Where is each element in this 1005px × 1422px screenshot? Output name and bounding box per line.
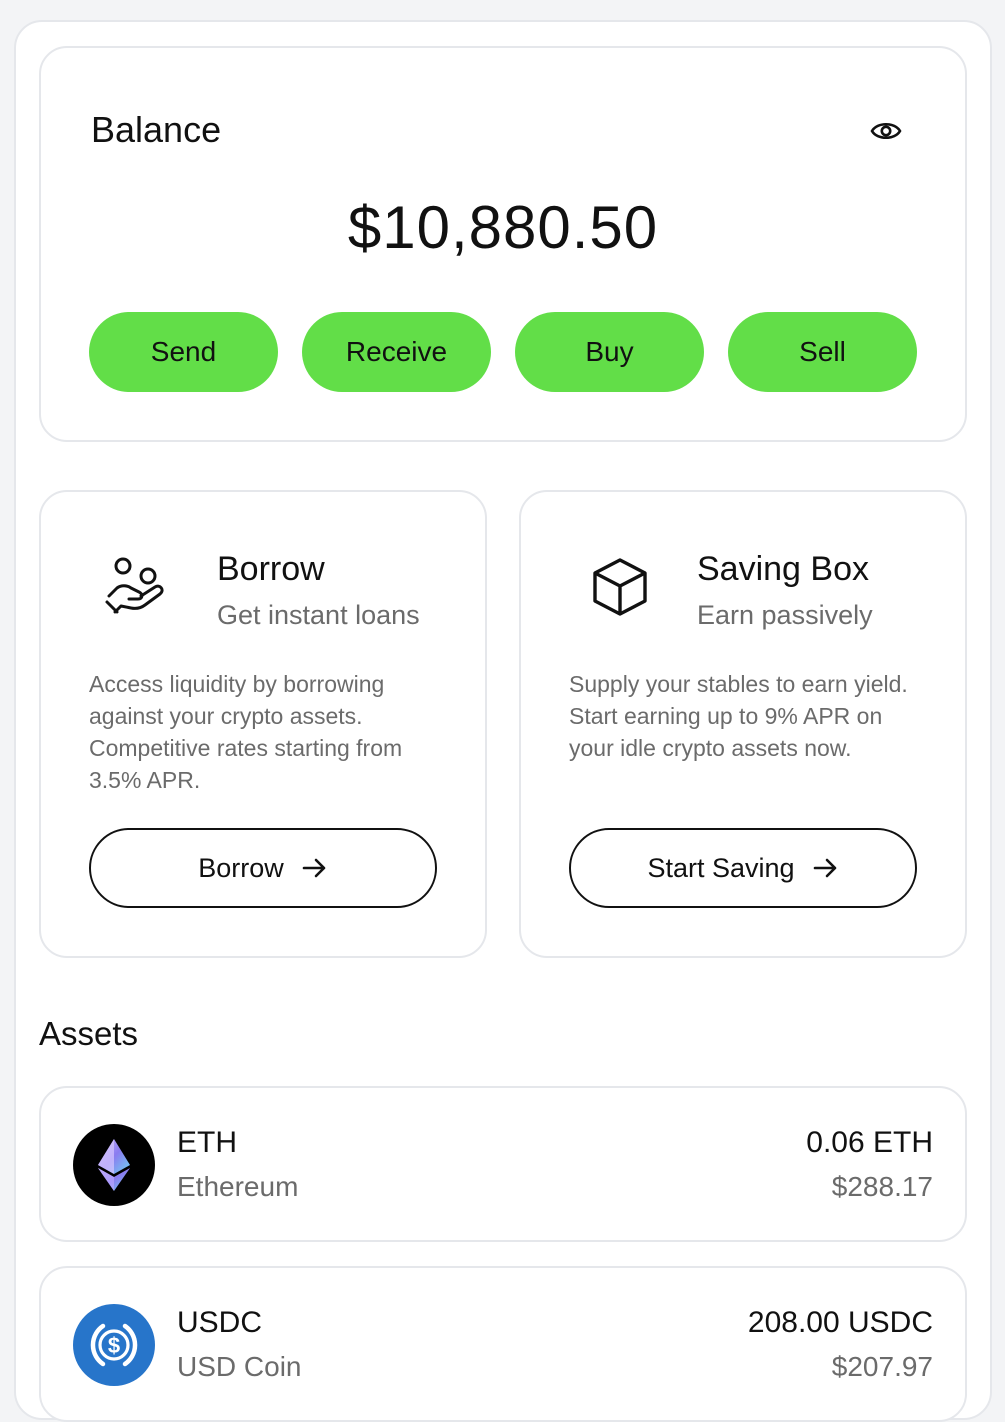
asset-amount: 0.06 ETH (806, 1126, 933, 1159)
assets-heading: Assets (39, 1015, 139, 1052)
asset-row-eth[interactable]: ETH Ethereum 0.06 ETH $288.17 (39, 1086, 967, 1242)
hand-coins-icon (103, 552, 173, 622)
asset-name: USD Coin (177, 1351, 302, 1382)
send-button[interactable]: Send (89, 312, 278, 392)
arrow-right-icon (302, 858, 326, 878)
asset-usd-value: $288.17 (831, 1171, 933, 1202)
asset-amount: 208.00 USDC (747, 1306, 933, 1339)
toggle-visibility-eye-icon[interactable] (867, 112, 905, 150)
box-icon (585, 552, 655, 622)
asset-usd-value: $207.97 (831, 1351, 933, 1382)
balance-title: Balance (91, 109, 222, 150)
balance-amount: $10,880.50 (347, 194, 659, 261)
sell-button[interactable]: Sell (728, 312, 917, 392)
usdc-logo-icon: $ (73, 1304, 155, 1386)
saving-box-title: Saving Box (697, 550, 869, 588)
receive-button[interactable]: Receive (302, 312, 491, 392)
asset-name: Ethereum (177, 1171, 299, 1202)
borrow-card: Borrow Get instant loans Access liquidit… (39, 490, 487, 958)
saving-box-subtitle: Earn passively (697, 600, 873, 630)
saving-box-description: Supply your stables to earn yield. Start… (569, 671, 908, 761)
ethereum-logo-icon (73, 1124, 155, 1206)
asset-symbol: ETH (177, 1126, 237, 1159)
balance-card: Balance $10,880.50 Send Receive Buy Sell (39, 46, 967, 442)
borrow-button-label: Borrow (198, 852, 284, 883)
borrow-title: Borrow (217, 550, 325, 588)
start-saving-button[interactable]: Start Saving (569, 828, 917, 908)
svg-text:$: $ (108, 1333, 120, 1358)
borrow-button[interactable]: Borrow (89, 828, 437, 908)
borrow-description: Access liquidity by borrowing against yo… (89, 671, 403, 793)
asset-symbol: USDC (177, 1306, 263, 1339)
start-saving-button-label: Start Saving (647, 852, 795, 883)
buy-button[interactable]: Buy (515, 312, 704, 392)
asset-row-usdc[interactable]: $ USDC USD Coin 208.00 USDC $207.97 (39, 1266, 967, 1422)
arrow-right-icon (813, 858, 836, 878)
saving-box-card: Saving Box Earn passively Supply your st… (519, 490, 967, 958)
borrow-subtitle: Get instant loans (217, 600, 420, 630)
